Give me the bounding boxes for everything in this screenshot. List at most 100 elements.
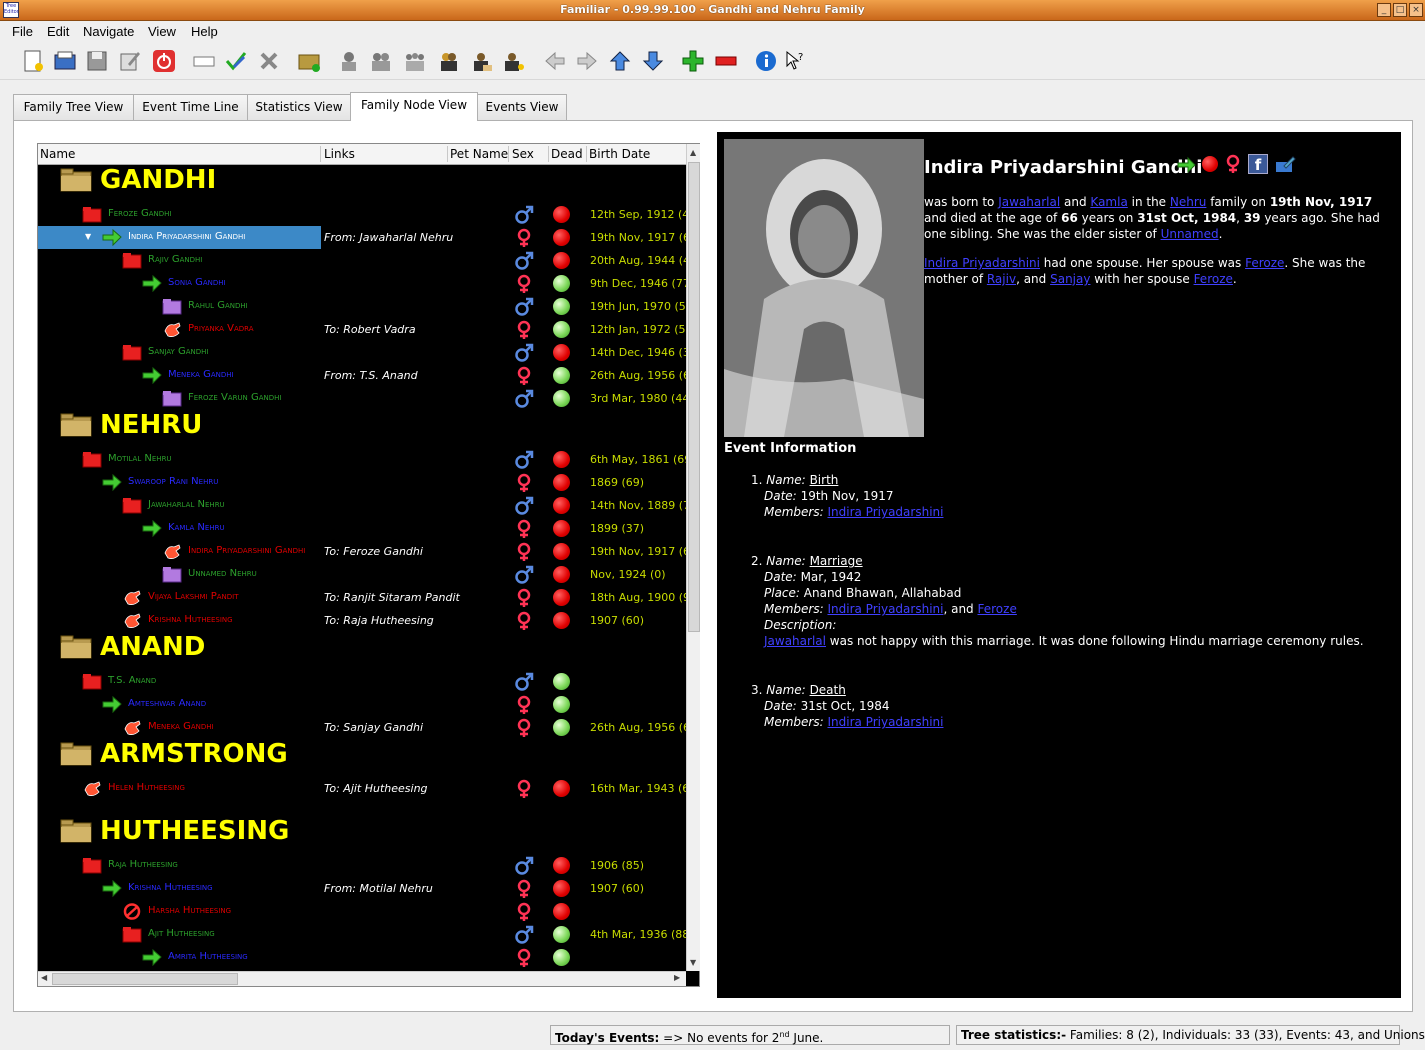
person-row[interactable]: Feroze Gandhi 12th Sep, 1912 (47 [38, 203, 686, 226]
menu-view[interactable]: View [148, 24, 176, 39]
person-row[interactable]: Amrita Hutheesing [38, 946, 686, 969]
spouse-link[interactable]: Feroze [1245, 256, 1284, 270]
scroll-down-icon[interactable]: ▼ [690, 958, 696, 967]
sibling-link[interactable]: Unnamed [1161, 227, 1219, 241]
member-link[interactable]: Indira Priyadarshini [827, 602, 943, 616]
member-link[interactable]: Indira Priyadarshini [827, 505, 943, 519]
family-group-row[interactable]: NEHRU [38, 410, 686, 446]
child-link[interactable]: Rajiv [987, 272, 1016, 286]
menu-edit[interactable]: Edit [47, 24, 69, 39]
person-row[interactable]: Kamla Nehru 1899 (37) [38, 517, 686, 540]
add-person-button[interactable] [468, 48, 494, 74]
family-group-row[interactable]: HUTHEESING [38, 816, 686, 852]
column-name[interactable]: Name [40, 147, 75, 161]
expand-arrow-icon[interactable]: ▼ [85, 232, 91, 241]
power-button[interactable] [151, 48, 177, 74]
scroll-left-icon[interactable]: ◀ [41, 973, 47, 982]
whats-this-button[interactable]: ? [783, 48, 809, 74]
parents-button[interactable] [436, 48, 462, 74]
person-row[interactable]: Vijaya Lakshmi Pandit To: Ranjit Sitaram … [38, 586, 686, 609]
family-tree-table[interactable]: Name Links Pet Name Sex Dead Birth Date … [37, 143, 700, 987]
down-arrow-button[interactable] [640, 48, 666, 74]
family-button[interactable] [402, 48, 428, 74]
person-row[interactable]: Rajiv Gandhi 20th Aug, 1944 (46 [38, 249, 686, 272]
person-row[interactable]: Indira Priyadarshini Gandhi To: Feroze Ga… [38, 540, 686, 563]
description-link[interactable]: Jawaharlal [764, 634, 826, 648]
person-search-button[interactable] [501, 48, 527, 74]
column-dead[interactable]: Dead [551, 147, 583, 161]
person-row[interactable]: Feroze Varun Gandhi 3rd Mar, 1980 (44) [38, 387, 686, 410]
family-group-row[interactable]: GANDHI [38, 165, 686, 201]
tab-events-view[interactable]: Events View [477, 94, 567, 120]
person-row[interactable]: Rahul Gandhi 19th Jun, 1970 (53) [38, 295, 686, 318]
person-row[interactable]: Ajit Hutheesing 4th Mar, 1936 (88) [38, 923, 686, 946]
person-row[interactable]: Unnamed Nehru Nov, 1924 (0) [38, 563, 686, 586]
column-links[interactable]: Links [324, 147, 355, 161]
person-row[interactable]: Krishna Hutheesing From: Motilal Nehru 190… [38, 877, 686, 900]
person-button[interactable] [336, 48, 362, 74]
open-file-button[interactable] [52, 48, 78, 74]
column-birth-date[interactable]: Birth Date [589, 147, 650, 161]
rename-button[interactable] [191, 48, 217, 74]
horizontal-scrollbar[interactable]: ◀ ▶ [38, 971, 686, 986]
person-row[interactable]: Meneka Gandhi To: Sanjay Gandhi 26th Aug, … [38, 716, 686, 739]
person-row[interactable]: ▼ Indira Priyadarshini Gandhi From: Jawaha… [38, 226, 686, 249]
forward-arrow-button[interactable] [574, 48, 600, 74]
person-row[interactable]: Helen Hutheesing To: Ajit Hutheesing 16th … [38, 777, 686, 800]
red-folder-icon [122, 252, 142, 269]
spouse-link[interactable]: Feroze [1194, 272, 1233, 286]
family-link[interactable]: Nehru [1170, 195, 1207, 209]
delete-button[interactable] [256, 48, 282, 74]
minimize-button[interactable]: _ [1377, 3, 1391, 17]
column-pet-name[interactable]: Pet Name [450, 147, 508, 161]
person-row[interactable]: Krishna Hutheesing To: Raja Hutheesing 190… [38, 609, 686, 632]
child-link[interactable]: Sanjay [1050, 272, 1090, 286]
vertical-scrollbar[interactable]: ▲ ▼ [686, 144, 700, 971]
person-row[interactable]: Amteshwar Anand [38, 693, 686, 716]
menu-help[interactable]: Help [191, 24, 218, 39]
scroll-up-icon[interactable]: ▲ [690, 148, 696, 157]
scrollbar-thumb[interactable] [688, 162, 700, 632]
family-group-row[interactable]: ARMSTRONG [38, 739, 686, 775]
menu-navigate[interactable]: Navigate [83, 24, 134, 39]
add-button[interactable] [680, 48, 706, 74]
edit-button[interactable] [117, 48, 143, 74]
couple-button[interactable] [368, 48, 394, 74]
column-sex[interactable]: Sex [512, 147, 534, 161]
tab-family-node-view[interactable]: Family Node View [350, 92, 478, 121]
member-link[interactable]: Feroze [978, 602, 1017, 616]
remove-button[interactable] [713, 48, 739, 74]
person-row[interactable]: Swaroop Rani Nehru 1869 (69) [38, 471, 686, 494]
check-edit-button[interactable] [223, 48, 249, 74]
person-row[interactable]: Motilal Nehru 6th May, 1861 (69) [38, 448, 686, 471]
menu-file[interactable]: File [12, 24, 33, 39]
person-row[interactable]: Harsha Hutheesing [38, 900, 686, 923]
close-button[interactable]: × [1409, 3, 1423, 17]
save-button[interactable] [84, 48, 110, 74]
tab-event-time-line[interactable]: Event Time Line [133, 94, 248, 120]
person-row[interactable]: Meneka Gandhi From: T.S. Anand 26th Aug, 1… [38, 364, 686, 387]
up-arrow-button[interactable] [607, 48, 633, 74]
edit-profile-icon[interactable] [1274, 154, 1296, 174]
mother-link[interactable]: Kamla [1090, 195, 1127, 209]
scroll-right-icon[interactable]: ▶ [674, 973, 680, 982]
back-arrow-button[interactable] [542, 48, 568, 74]
person-row[interactable]: Raja Hutheesing 1906 (85) [38, 854, 686, 877]
person-row[interactable]: Sonia Gandhi 9th Dec, 1946 (77) [38, 272, 686, 295]
add-folder-button[interactable] [296, 48, 322, 74]
tab-statistics-view[interactable]: Statistics View [247, 94, 351, 120]
person-row[interactable]: Priyanka Vadra To: Robert Vadra 12th Jan, … [38, 318, 686, 341]
tab-family-tree-view[interactable]: Family Tree View [13, 94, 134, 120]
scrollbar-thumb[interactable] [52, 973, 238, 985]
maximize-button[interactable]: □ [1393, 3, 1407, 17]
father-link[interactable]: Jawaharlal [998, 195, 1060, 209]
self-link[interactable]: Indira Priyadarshini [924, 256, 1040, 270]
person-row[interactable]: T.S. Anand [38, 670, 686, 693]
person-row[interactable]: Jawaharlal Nehru 14th Nov, 1889 (74 [38, 494, 686, 517]
family-group-row[interactable]: ANAND [38, 632, 686, 668]
member-link[interactable]: Indira Priyadarshini [827, 715, 943, 729]
info-button[interactable] [753, 48, 779, 74]
person-row[interactable]: Sanjay Gandhi 14th Dec, 1946 (33 [38, 341, 686, 364]
facebook-icon[interactable]: f [1248, 154, 1268, 174]
new-file-button[interactable] [20, 48, 46, 74]
